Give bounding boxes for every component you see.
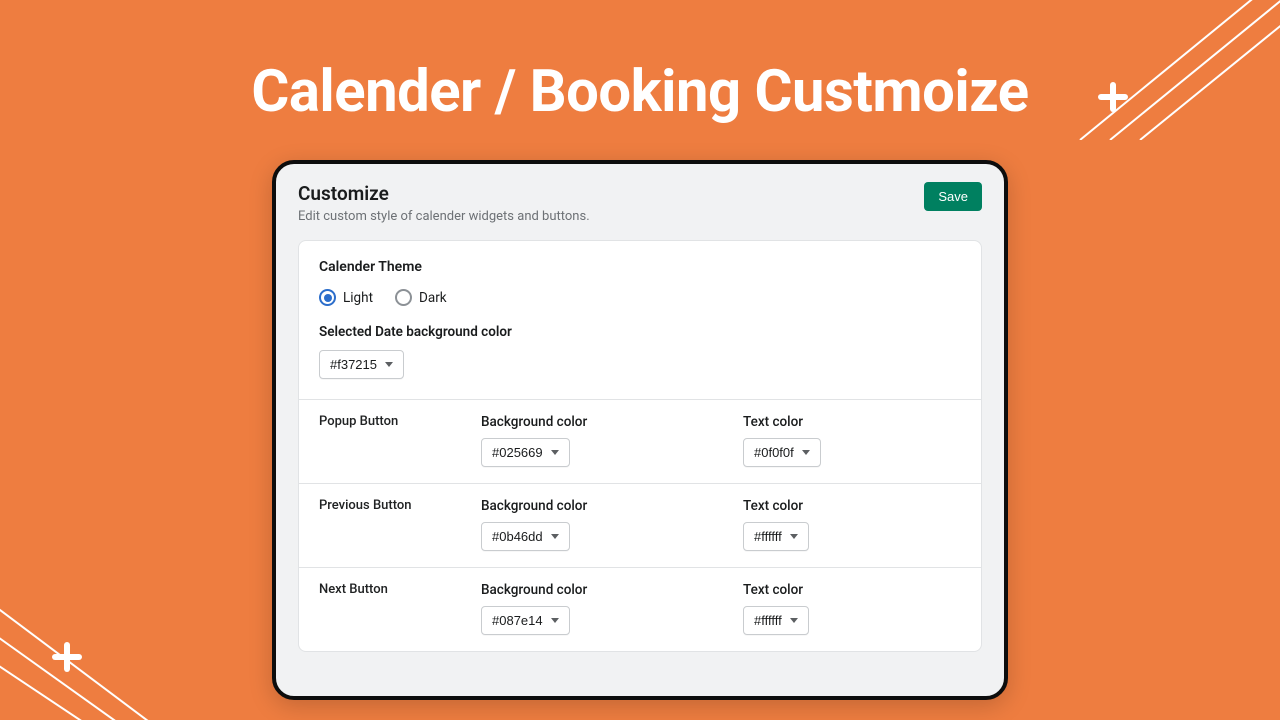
color-value: #0b46dd (492, 529, 543, 544)
theme-section: Calender Theme Light Dark Selected Date … (299, 241, 981, 399)
selected-date-bg-label: Selected Date background color (319, 324, 961, 340)
popup-button-section: Popup Button Background color #025669 Te… (299, 399, 981, 483)
next-text-color-picker[interactable]: #ffffff (743, 606, 809, 635)
theme-radio-light[interactable]: Light (319, 289, 373, 306)
bg-color-label: Background color (481, 498, 743, 514)
panel-subtitle: Edit custom style of calender widgets an… (298, 209, 590, 224)
color-value: #f37215 (330, 357, 377, 372)
radio-label: Light (343, 290, 373, 306)
next-button-section: Next Button Background color #087e14 Tex… (299, 567, 981, 651)
radio-label: Dark (419, 290, 447, 306)
button-row-label: Popup Button (319, 414, 481, 429)
decoration-lines-bottom-left (0, 540, 240, 720)
chevron-down-icon (790, 534, 798, 539)
text-color-label: Text color (743, 414, 961, 430)
settings-panel: Customize Edit custom style of calender … (272, 160, 1008, 700)
popup-text-color-picker[interactable]: #0f0f0f (743, 438, 821, 467)
next-bg-color-picker[interactable]: #087e14 (481, 606, 570, 635)
chevron-down-icon (551, 450, 559, 455)
text-color-label: Text color (743, 498, 961, 514)
save-button[interactable]: Save (924, 182, 982, 211)
previous-bg-color-picker[interactable]: #0b46dd (481, 522, 570, 551)
button-row-label: Previous Button (319, 498, 481, 513)
color-value: #ffffff (754, 529, 782, 544)
hero-title: Calender / Booking Custmoize (0, 58, 1280, 126)
theme-section-title: Calender Theme (319, 259, 961, 275)
theme-radio-group: Light Dark (319, 289, 961, 306)
text-color-label: Text color (743, 582, 961, 598)
panel-header: Customize Edit custom style of calender … (298, 182, 982, 224)
previous-text-color-picker[interactable]: #ffffff (743, 522, 809, 551)
chevron-down-icon (802, 450, 810, 455)
theme-radio-dark[interactable]: Dark (395, 289, 447, 306)
selected-date-bg-picker[interactable]: #f37215 (319, 350, 404, 379)
bg-color-label: Background color (481, 414, 743, 430)
previous-button-section: Previous Button Background color #0b46dd… (299, 483, 981, 567)
chevron-down-icon (385, 362, 393, 367)
button-row-label: Next Button (319, 582, 481, 597)
chevron-down-icon (551, 534, 559, 539)
radio-icon (395, 289, 412, 306)
settings-card: Calender Theme Light Dark Selected Date … (298, 240, 982, 652)
color-value: #ffffff (754, 613, 782, 628)
color-value: #0f0f0f (754, 445, 794, 460)
plus-icon (52, 642, 82, 672)
chevron-down-icon (551, 618, 559, 623)
color-value: #087e14 (492, 613, 543, 628)
bg-color-label: Background color (481, 582, 743, 598)
radio-icon (319, 289, 336, 306)
panel-title: Customize (298, 182, 590, 205)
popup-bg-color-picker[interactable]: #025669 (481, 438, 570, 467)
color-value: #025669 (492, 445, 543, 460)
chevron-down-icon (790, 618, 798, 623)
